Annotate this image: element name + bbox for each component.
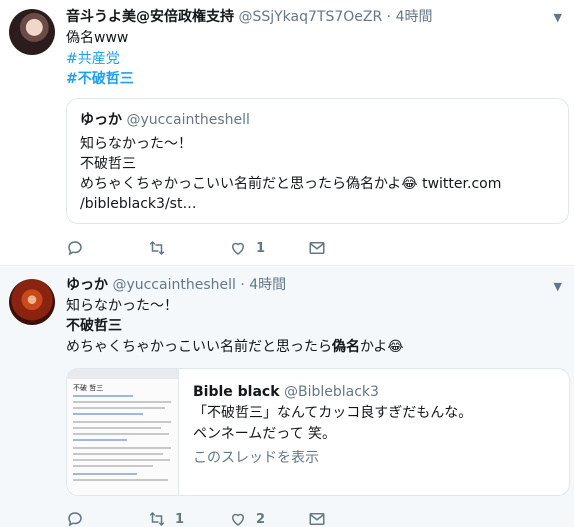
reply-icon xyxy=(68,512,82,527)
like-button[interactable]: 1 xyxy=(229,239,265,257)
card-text-line: ペンネームだって 笑。 xyxy=(193,426,337,442)
message-icon xyxy=(309,242,325,254)
timestamp[interactable]: 4時間 xyxy=(249,277,286,293)
hashtag-link[interactable]: #共産党 xyxy=(66,49,120,69)
retweet-icon xyxy=(149,240,165,256)
message-button[interactable] xyxy=(308,239,326,257)
tweet-header: ゆっか @yuccaintheshell · 4時間 xyxy=(66,276,286,294)
card-user-handle: @Bibleblack3 xyxy=(284,384,379,400)
show-thread-link[interactable]: このスレッドを表示 xyxy=(193,448,319,468)
quoted-text-line: 不破哲三 xyxy=(80,156,136,172)
separator-dot: · xyxy=(240,277,245,293)
reply-button[interactable] xyxy=(66,239,93,257)
chevron-down-icon[interactable]: ▼ xyxy=(554,280,562,293)
message-button[interactable] xyxy=(308,510,326,527)
user-name[interactable]: 音斗うよ美@安倍政権支持 xyxy=(66,9,234,25)
quoted-tweet-card[interactable]: 不破 哲三 Bible black @Bibleblack3 「不破哲三」なんて… xyxy=(66,368,570,496)
user-name[interactable]: ゆっか xyxy=(66,277,108,293)
user-handle[interactable]: @yuccaintheshell xyxy=(112,277,235,293)
like-count: 2 xyxy=(256,511,266,527)
separator-dot: · xyxy=(386,9,392,25)
card-user-name: Bible black xyxy=(193,384,280,400)
retweet-count: 1 xyxy=(175,511,185,527)
chevron-down-icon[interactable]: ▼ xyxy=(554,11,562,24)
tweet-text: 偽名www xyxy=(66,30,129,46)
like-button[interactable]: 2 xyxy=(229,510,265,527)
quoted-user-handle: @yuccaintheshell xyxy=(126,112,250,128)
quoted-user-name: ゆっか xyxy=(80,112,122,128)
hashtag-link[interactable]: #不破哲三 xyxy=(66,69,134,89)
retweet-icon xyxy=(149,511,165,527)
timestamp[interactable]: 4時間 xyxy=(396,9,433,25)
quoted-text-line: めちゃくちゃかっこいい名前だと思ったら偽名かよ😂 twitter.com xyxy=(80,176,502,192)
like-icon xyxy=(231,513,245,526)
tweet-text-line: めちゃくちゃかっこいい名前だと思ったら偽名かよ😂 xyxy=(66,339,404,355)
reply-icon xyxy=(68,241,82,256)
retweet-button[interactable]: 1 xyxy=(148,510,184,527)
card-header: Bible black @Bibleblack3 xyxy=(193,383,379,401)
message-icon xyxy=(309,513,325,525)
quoted-text-line: /bibleblack3/st… xyxy=(80,196,197,212)
tweet-text-line: 知らなかった〜！ xyxy=(66,298,178,314)
reply-button[interactable] xyxy=(66,510,93,527)
like-icon xyxy=(231,242,245,255)
quoted-text-line: 知らなかった〜！ xyxy=(80,136,192,152)
like-count: 1 xyxy=(256,240,266,256)
user-handle[interactable]: @SSjYkaq7TS7OeZR xyxy=(238,9,382,25)
quoted-tweet-header: ゆっか @yuccaintheshell xyxy=(80,111,250,129)
tweet[interactable]: 音斗うよ美@安倍政権支持 @SSjYkaq7TS7OeZR · 4時間 ▼ 偽名… xyxy=(0,0,574,266)
avatar[interactable] xyxy=(9,279,55,325)
tweet-header: 音斗うよ美@安倍政権支持 @SSjYkaq7TS7OeZR · 4時間 xyxy=(66,8,432,26)
quoted-tweet[interactable]: ゆっか @yuccaintheshell 知らなかった〜！ 不破哲三 めちゃくち… xyxy=(66,98,569,224)
retweet-button[interactable] xyxy=(148,239,175,257)
thumbnail-title: 不破 哲三 xyxy=(73,384,104,392)
tweet-text-line: 不破哲三 xyxy=(66,318,122,334)
emphasized-text: 偽名 xyxy=(332,339,360,355)
card-text-line: 「不破哲三」なんてカッコ良すぎだもんな。 xyxy=(193,405,473,421)
wikipedia-screenshot-thumbnail: 不破 哲三 xyxy=(67,369,179,495)
avatar[interactable] xyxy=(9,9,55,55)
